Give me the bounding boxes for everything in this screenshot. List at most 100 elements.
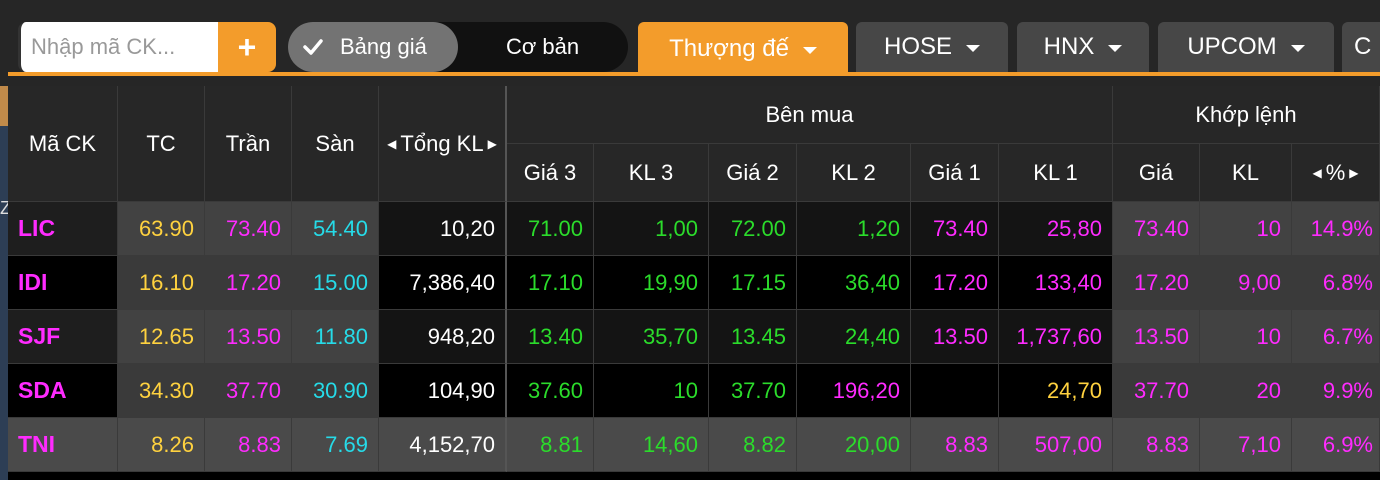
cell-tong-kl: 4,152,70 (379, 418, 507, 472)
check-icon (303, 39, 323, 55)
tab-hnx[interactable]: HNX (1017, 22, 1149, 72)
header-gia3[interactable]: Giá 3 (507, 144, 594, 202)
cell-tc: 63.90 (118, 202, 205, 256)
cell-tran: 37.70 (205, 364, 292, 418)
header-ben-mua: Bên mua (507, 86, 1113, 144)
cell-gia1: 13.50 (911, 310, 999, 364)
header-tc[interactable]: TC (118, 86, 205, 202)
tab-label: UPCOM (1187, 33, 1277, 60)
cell-kl3: 10 (594, 364, 709, 418)
cell-pct: 14.9% (1292, 202, 1380, 256)
edge-decoration (0, 126, 8, 480)
cell-gia1: 17.20 (911, 256, 999, 310)
cell-tran: 17.20 (205, 256, 292, 310)
header-san[interactable]: Sàn (292, 86, 379, 202)
cell-gia1: 73.40 (911, 202, 999, 256)
cell-gia3: 17.10 (507, 256, 594, 310)
cell-san: 7.69 (292, 418, 379, 472)
cell-san: 30.90 (292, 364, 379, 418)
view-mode-label: Bảng giá (340, 34, 427, 59)
caret-left-icon[interactable]: ◀ (1312, 166, 1321, 180)
add-button[interactable]: + (218, 22, 276, 72)
cell-kl: 7,10 (1200, 418, 1292, 472)
cell-kl1: 1,737,60 (999, 310, 1113, 364)
header-tong-kl[interactable]: ◀ Tổng KL ▶ (379, 86, 507, 202)
cell-gia2: 17.15 (709, 256, 797, 310)
header-tong-kl-label: Tổng KL (400, 130, 484, 156)
chevron-down-icon (966, 44, 980, 52)
caret-right-icon[interactable]: ▶ (488, 137, 497, 151)
cell-kl2: 24,40 (797, 310, 911, 364)
cell-kl: 9,00 (1200, 256, 1292, 310)
cell-kl2: 20,00 (797, 418, 911, 472)
view-mode-price-board[interactable]: Bảng giá (288, 22, 458, 72)
tab-hose[interactable]: HOSE (856, 22, 1008, 72)
header-gia[interactable]: Giá (1113, 144, 1200, 202)
cell-gia3: 8.81 (507, 418, 594, 472)
cell-ma[interactable]: SJF (8, 310, 118, 364)
cell-tc: 34.30 (118, 364, 205, 418)
cell-gia3: 37.60 (507, 364, 594, 418)
cell-gia2: 72.00 (709, 202, 797, 256)
cell-san: 54.40 (292, 202, 379, 256)
cell-san: 15.00 (292, 256, 379, 310)
header-kl1[interactable]: KL 1 (999, 144, 1113, 202)
search-box[interactable] (18, 22, 218, 72)
header-gia2[interactable]: Giá 2 (709, 144, 797, 202)
tab-thuong-de[interactable]: Thượng đế (638, 22, 848, 76)
tab-more[interactable]: C (1342, 22, 1380, 72)
cell-kl1: 133,40 (999, 256, 1113, 310)
tab-label: HOSE (883, 33, 952, 60)
cell-pct: 6.7% (1292, 310, 1380, 364)
chevron-down-icon (1290, 44, 1305, 52)
cell-tc: 16.10 (118, 256, 205, 310)
view-mode-basic[interactable]: Cơ bản (506, 22, 579, 72)
search-input[interactable] (21, 22, 218, 72)
cell-kl3: 19,90 (594, 256, 709, 310)
cell-gia: 17.20 (1113, 256, 1200, 310)
header-pct[interactable]: ◀ % ▶ (1292, 144, 1380, 202)
price-board-table: Mã CK TC Trần Sàn ◀ Tổng KL ▶ Bên mua Kh… (8, 86, 1380, 480)
edge-decoration (0, 86, 8, 126)
cell-tran: 73.40 (205, 202, 292, 256)
cell-kl2: 1,20 (797, 202, 911, 256)
toolbar: + Bảng giá Cơ bản Thượng đế HOSE HNX UPC… (0, 0, 1380, 86)
plus-icon: + (237, 29, 257, 65)
cell-kl1: 25,80 (999, 202, 1113, 256)
cell-tran: 13.50 (205, 310, 292, 364)
cell-gia2: 13.45 (709, 310, 797, 364)
caret-left-icon[interactable]: ◀ (387, 137, 396, 151)
cell-gia: 73.40 (1113, 202, 1200, 256)
tab-upcom[interactable]: UPCOM (1158, 22, 1334, 72)
cell-gia: 13.50 (1113, 310, 1200, 364)
cell-kl3: 1,00 (594, 202, 709, 256)
cell-kl: 10 (1200, 202, 1292, 256)
cell-kl2: 36,40 (797, 256, 911, 310)
header-ma-ck[interactable]: Mã CK (8, 86, 118, 202)
cell-kl: 10 (1200, 310, 1292, 364)
header-gia1[interactable]: Giá 1 (911, 144, 999, 202)
header-kl3[interactable]: KL 3 (594, 144, 709, 202)
chevron-down-icon (1108, 44, 1123, 52)
cell-tong-kl: 948,20 (379, 310, 507, 364)
header-kl2[interactable]: KL 2 (797, 144, 911, 202)
header-tran[interactable]: Trần (205, 86, 292, 202)
cell-ma[interactable]: LIC (8, 202, 118, 256)
caret-right-icon[interactable]: ▶ (1349, 166, 1358, 180)
cell-kl1: 507,00 (999, 418, 1113, 472)
cell-kl1: 24,70 (999, 364, 1113, 418)
header-kl[interactable]: KL (1200, 144, 1292, 202)
cell-ma[interactable]: TNI (8, 418, 118, 472)
cell-ma[interactable]: SDA (8, 364, 118, 418)
cell-gia1: 8.83 (911, 418, 999, 472)
cell-gia: 37.70 (1113, 364, 1200, 418)
cell-tc: 8.26 (118, 418, 205, 472)
cell-pct: 6.9% (1292, 418, 1380, 472)
cell-tong-kl: 104,90 (379, 364, 507, 418)
cell-kl3: 14,60 (594, 418, 709, 472)
cell-gia2: 8.82 (709, 418, 797, 472)
cell-tong-kl: 10,20 (379, 202, 507, 256)
cell-gia: 8.83 (1113, 418, 1200, 472)
cell-ma[interactable]: IDI (8, 256, 118, 310)
cell-tc: 12.65 (118, 310, 205, 364)
